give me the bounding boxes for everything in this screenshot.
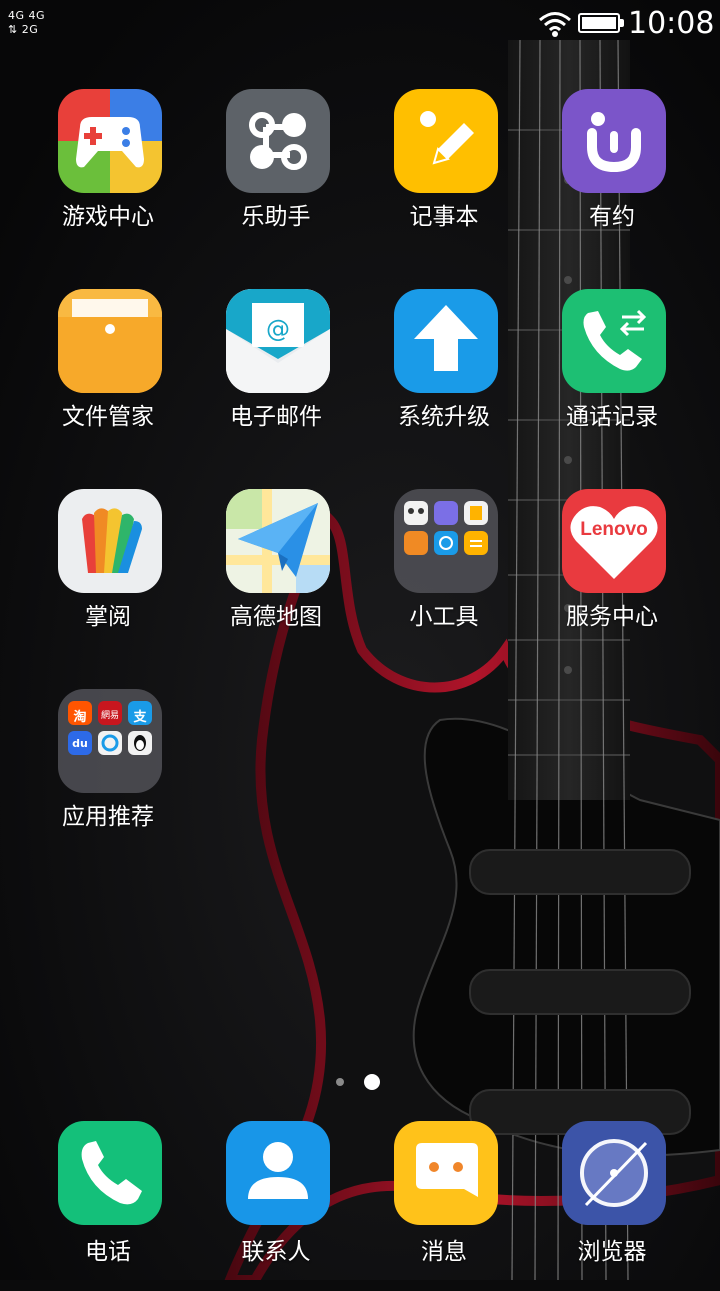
app-label: 文件管家 <box>62 404 154 430</box>
alipay-glyph: 支 <box>133 710 147 725</box>
app-label: 高德地图 <box>230 604 322 630</box>
app-label: 电话 <box>85 1239 131 1265</box>
dock-app-phone[interactable]: 电话 <box>24 1121 192 1291</box>
page-dot-1[interactable] <box>336 1078 344 1086</box>
contact-icon <box>226 1121 330 1225</box>
app-label: 服务中心 <box>566 604 658 630</box>
folder-icon <box>58 289 162 393</box>
signal-indicator-top: 4G 4G <box>8 9 46 22</box>
app-game-center[interactable]: 游戏中心 <box>24 89 192 259</box>
app-label: 有约 <box>589 204 635 230</box>
dock-app-contacts[interactable]: 联系人 <box>192 1121 360 1291</box>
app-label: 系统升级 <box>398 404 490 430</box>
pencil-icon <box>394 89 498 193</box>
tools-folder-icon <box>394 489 498 593</box>
smile-icon <box>562 89 666 193</box>
folder-tools[interactable]: 小工具 <box>360 489 528 659</box>
app-label: 乐助手 <box>241 204 311 230</box>
app-le-helper[interactable]: 乐助手 <box>192 89 360 259</box>
taobao-glyph: 淘 <box>73 710 87 725</box>
paper-plane-map-icon <box>226 489 330 593</box>
baidu-glyph: du <box>72 737 88 750</box>
app-label: 掌阅 <box>85 604 131 630</box>
app-label: 记事本 <box>409 204 479 230</box>
app-label: 游戏中心 <box>62 204 154 230</box>
book-fan-icon <box>58 489 162 593</box>
lenovo-logo-text: Lenovo <box>580 519 648 540</box>
app-service-center[interactable]: Lenovo 服务中心 <box>528 489 696 659</box>
battery-tip <box>620 19 624 27</box>
app-youyue[interactable]: 有约 <box>528 89 696 259</box>
netease-glyph: 網易 <box>100 711 119 721</box>
arrow-up-icon <box>394 289 498 393</box>
app-label: 应用推荐 <box>62 804 154 830</box>
app-notepad[interactable]: 记事本 <box>360 89 528 259</box>
gamepad-icon <box>58 89 162 193</box>
clock: 10:08 <box>628 6 715 41</box>
app-email[interactable]: @ 电子邮件 <box>192 289 360 459</box>
app-label: 小工具 <box>409 604 479 630</box>
status-bar: 4G 4G ⇅ 2G 10:08 <box>0 0 720 50</box>
call-log-icon <box>562 289 666 393</box>
nodes-icon <box>226 89 330 193</box>
page-dot-2-active[interactable] <box>364 1074 380 1090</box>
app-label: 浏览器 <box>577 1239 647 1265</box>
app-zhangyue[interactable]: 掌阅 <box>24 489 192 659</box>
page-indicator <box>0 1072 720 1092</box>
app-file-manager[interactable]: 文件管家 <box>24 289 192 459</box>
wifi-icon <box>539 12 571 37</box>
folder-recommended-apps[interactable]: 淘 網易 支 du 应用推荐 <box>24 689 192 859</box>
phone-icon <box>58 1121 162 1225</box>
message-icon <box>394 1121 498 1225</box>
app-call-log[interactable]: 通话记录 <box>528 289 696 459</box>
app-amap[interactable]: 高德地图 <box>192 489 360 659</box>
signal-indicator-bottom: ⇅ 2G <box>8 23 39 36</box>
app-label: 联系人 <box>241 1239 311 1265</box>
dock-app-browser[interactable]: 浏览器 <box>528 1121 696 1291</box>
battery-icon <box>578 13 620 33</box>
mail-icon: @ <box>226 289 330 393</box>
compass-icon <box>562 1121 666 1225</box>
dock-app-messages[interactable]: 消息 <box>360 1121 528 1291</box>
app-label: 通话记录 <box>566 404 658 430</box>
app-system-update[interactable]: 系统升级 <box>360 289 528 459</box>
svg-text:@: @ <box>266 315 290 343</box>
app-label: 消息 <box>421 1239 467 1265</box>
lenovo-heart-icon: Lenovo <box>562 489 666 593</box>
apps-folder-icon: 淘 網易 支 du <box>58 689 162 793</box>
app-label: 电子邮件 <box>230 404 322 430</box>
